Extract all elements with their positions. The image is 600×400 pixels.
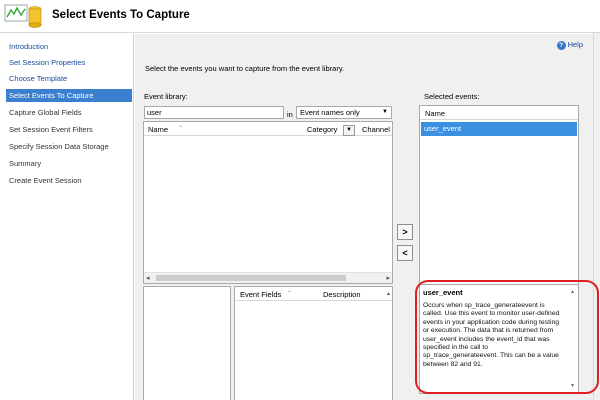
search-scope-dropdown[interactable]: Event names only ▼ (296, 106, 392, 119)
add-event-button[interactable]: > (397, 224, 413, 240)
sidebar-item-capture-global-fields: Capture Global Fields (9, 108, 82, 117)
event-description-panel: user_event Occurs when sp_trace_generate… (419, 284, 579, 394)
selected-events-header: Name (420, 106, 578, 120)
event-library-label: Event library: (144, 92, 188, 101)
event-fields-header: Event Fields ⌃ Description (235, 287, 392, 301)
event-search-input[interactable]: user (144, 106, 284, 119)
sidebar-item-choose-template[interactable]: Choose Template (6, 72, 132, 85)
window-edge (593, 33, 600, 400)
event-library-header: Name ⌃ Category ▼ Channel (144, 122, 392, 136)
category-filter-button[interactable]: ▼ (343, 125, 355, 136)
selected-events-grid[interactable]: Name user_event (419, 105, 579, 308)
library-horizontal-scrollbar[interactable]: ◂ ▸ (144, 272, 392, 283)
scroll-right-icon[interactable]: ▸ (386, 274, 390, 282)
sidebar-item-summary: Summary (9, 159, 42, 168)
column-header-name[interactable]: Name (148, 125, 168, 134)
sidebar-item-introduction[interactable]: Introduction (6, 40, 132, 53)
column-header-selected-name[interactable]: Name (425, 109, 445, 118)
session-wizard-icon (4, 4, 42, 28)
help-label: Help (567, 40, 583, 49)
instruction-text: Select the events you want to capture fr… (145, 64, 345, 73)
scroll-left-icon[interactable]: ◂ (146, 274, 150, 282)
scroll-up-icon[interactable]: ▴ (387, 290, 390, 297)
sidebar-item-select-events[interactable]: Select Events To Capture (6, 89, 132, 102)
event-properties-panel (143, 286, 231, 400)
chevron-down-icon: ▼ (382, 109, 388, 115)
scroll-down-icon[interactable]: ▼ (570, 383, 575, 389)
sort-asc-icon: ⌃ (178, 126, 184, 132)
wizard-sidebar: Introduction Set Session Properties Choo… (0, 34, 134, 400)
main-panel: ? Help Select the events you want to capt… (135, 34, 600, 400)
column-header-category[interactable]: Category (307, 125, 337, 134)
sidebar-item-specify-session-data-storage: Specify Session Data Storage (9, 142, 109, 151)
column-header-description[interactable]: Description (323, 290, 361, 299)
selected-event-row[interactable]: user_event (421, 122, 577, 136)
sort-asc-icon: ⌃ (287, 291, 293, 297)
sidebar-item-set-session-properties[interactable]: Set Session Properties (6, 56, 132, 69)
page-title: Select Events To Capture (52, 9, 190, 21)
sidebar-item-create-event-session: Create Event Session (9, 176, 82, 185)
help-link[interactable]: ? Help (556, 40, 583, 50)
help-icon: ? (556, 40, 566, 50)
scroll-up-icon[interactable]: ▲ (570, 289, 575, 295)
scroll-thumb[interactable] (156, 275, 346, 281)
description-text: Occurs when sp_trace_generateevent is ca… (423, 302, 560, 368)
event-fields-grid[interactable]: Event Fields ⌃ Description ▴ (234, 286, 393, 400)
column-header-event-fields[interactable]: Event Fields (240, 290, 281, 299)
sidebar-item-set-session-event-filters: Set Session Event Filters (9, 125, 93, 134)
selected-events-label: Selected events: (424, 92, 480, 101)
remove-event-button[interactable]: < (397, 245, 413, 261)
column-header-channel[interactable]: Channel (362, 125, 390, 134)
in-label: in (287, 110, 293, 119)
search-scope-value: Event names only (300, 108, 360, 117)
event-library-grid[interactable]: Name ⌃ Category ▼ Channel ◂ ▸ (143, 121, 393, 284)
wizard-header: Select Events To Capture (0, 0, 600, 33)
description-title: user_event (423, 288, 463, 297)
